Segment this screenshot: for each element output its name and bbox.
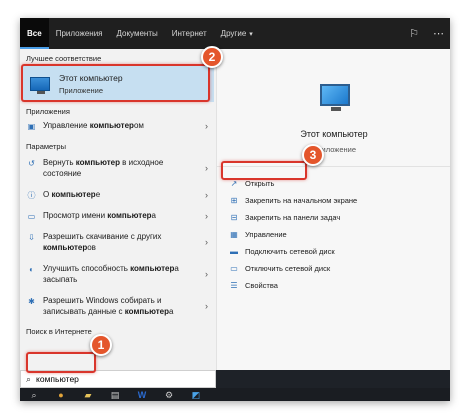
chevron-right-icon: ›: [205, 190, 208, 200]
action-list: ↗ Открыть ⊞ Закрепить на начальном экране …: [217, 167, 450, 294]
firefox-icon[interactable]: ●: [55, 390, 67, 400]
settings-item-about[interactable]: ⓘ О компьютере ›: [20, 189, 216, 203]
action-label: Закрепить на начальном экране: [245, 196, 358, 205]
this-pc-large-icon: [320, 84, 350, 111]
photos-icon[interactable]: ◩: [190, 390, 202, 400]
action-manage[interactable]: ▦ Управление: [217, 226, 450, 243]
search-icon: ⌕: [26, 373, 32, 384]
settings-item-label: Просмотр имени компьютера: [43, 211, 156, 220]
tab-documents[interactable]: Документы: [110, 18, 165, 49]
action-label: Отключить сетевой диск: [245, 264, 331, 273]
settings-item-label: О компьютере: [43, 190, 101, 199]
action-label: Закрепить на панели задач: [245, 213, 341, 222]
apps-header: Приложения: [26, 107, 70, 116]
action-properties[interactable]: ☰ Свойства: [217, 277, 450, 294]
action-label: Управление: [245, 230, 287, 239]
app-item-computer-management[interactable]: ▣ Управление компьютером ›: [20, 120, 216, 134]
detail-header: Этот компьютер Приложение: [217, 49, 450, 167]
settings-item-reset[interactable]: ↺ Вернуть компьютер в исходное состояние…: [20, 157, 216, 181]
bluetooth-icon: ✱: [28, 297, 35, 306]
search-scope-tabs: Все Приложения Документы Интернет Другие…: [20, 18, 450, 49]
settings-item-label: Улучшить способность компьютера засыпать: [43, 264, 179, 284]
settings-item-label: Разрешить скачивание с других компьютеро…: [43, 232, 162, 252]
action-map-drive[interactable]: ▬ Подключить сетевой диск: [217, 243, 450, 260]
tab-apps[interactable]: Приложения: [49, 18, 110, 49]
caret-down-icon: ▾: [249, 31, 253, 38]
file-explorer-icon[interactable]: ▰: [82, 390, 94, 400]
detail-subtitle: Приложение: [312, 145, 356, 154]
settings-item-data[interactable]: ✱ Разрешить Windows собирать и записыват…: [20, 295, 216, 319]
settings-item-label: Вернуть компьютер в исходное состояние: [43, 158, 164, 178]
chevron-right-icon: ›: [205, 211, 208, 221]
chevron-right-icon: ›: [205, 237, 208, 247]
highlight-open-action: [221, 161, 307, 180]
action-pin-taskbar[interactable]: ⊟ Закрепить на панели задач: [217, 209, 450, 226]
chevron-right-icon: ›: [205, 269, 208, 279]
highlight-search-input: [26, 352, 96, 373]
settings-header: Параметры: [26, 142, 66, 151]
search-taskbar-icon[interactable]: ⌕: [28, 390, 40, 400]
highlight-best-match: [21, 64, 210, 102]
chevron-right-icon: ›: [205, 301, 208, 311]
chevron-right-icon: ›: [205, 121, 208, 131]
manage-icon: ▦: [230, 230, 238, 239]
settings-item-label: Разрешить Windows собирать и записывать …: [43, 296, 174, 316]
action-label: Подключить сетевой диск: [245, 247, 335, 256]
word-icon[interactable]: W: [136, 390, 148, 400]
chevron-right-icon: ›: [205, 163, 208, 173]
download-icon: ⇩: [28, 233, 35, 242]
info-icon: ⓘ: [27, 191, 36, 200]
web-search-header: Поиск в Интернете: [26, 327, 92, 336]
reset-icon: ↺: [28, 159, 35, 168]
detail-title: Этот компьютер: [300, 129, 368, 139]
taskbar: ⌕ ● ▰ ▤ W ⚙ ◩: [20, 388, 450, 401]
settings-gear-icon[interactable]: ⚙: [163, 390, 175, 400]
feedback-icon[interactable]: ⚐: [409, 27, 419, 40]
app-item-label: Управление компьютером: [43, 121, 144, 130]
search-input[interactable]: [36, 374, 187, 384]
settings-item-sleep[interactable]: ◐ Улучшить способность компьютера засыпа…: [20, 263, 216, 287]
action-label: Открыть: [245, 179, 275, 188]
computer-management-icon: ▣: [27, 122, 36, 131]
action-disconnect-drive[interactable]: ▭ Отключить сетевой диск: [217, 260, 450, 277]
tab-web[interactable]: Интернет: [165, 18, 214, 49]
action-label: Свойства: [245, 281, 278, 290]
action-pin-start[interactable]: ⊞ Закрепить на начальном экране: [217, 192, 450, 209]
tab-more[interactable]: Другие ▾: [214, 18, 260, 49]
properties-icon: ☰: [230, 281, 238, 290]
tab-more-label: Другие: [220, 29, 247, 38]
settings-item-pc-name[interactable]: ▭ Просмотр имени компьютера ›: [20, 210, 216, 224]
step-badge-1: 1: [90, 334, 112, 356]
performance-icon: ◐: [29, 265, 34, 274]
pin-taskbar-icon: ⊟: [230, 213, 238, 222]
step-badge-2: 2: [201, 46, 223, 68]
detail-pane: Этот компьютер Приложение ↗ Открыть ⊞ Закр…: [216, 49, 450, 370]
pin-start-icon: ⊞: [230, 196, 238, 205]
settings-item-delivery[interactable]: ⇩ Разрешить скачивание с других компьюте…: [20, 231, 216, 255]
tab-all[interactable]: Все: [20, 18, 49, 49]
terminal-icon[interactable]: ▤: [109, 390, 121, 400]
more-options-icon[interactable]: ⋯: [433, 27, 444, 40]
open-icon: ↗: [230, 179, 238, 188]
step-badge-3: 3: [302, 144, 324, 166]
tab-tools: ⚐ ⋯: [409, 18, 444, 49]
map-drive-icon: ▬: [230, 247, 238, 256]
disconnect-drive-icon: ▭: [230, 264, 238, 273]
display-icon: ▭: [27, 212, 36, 221]
